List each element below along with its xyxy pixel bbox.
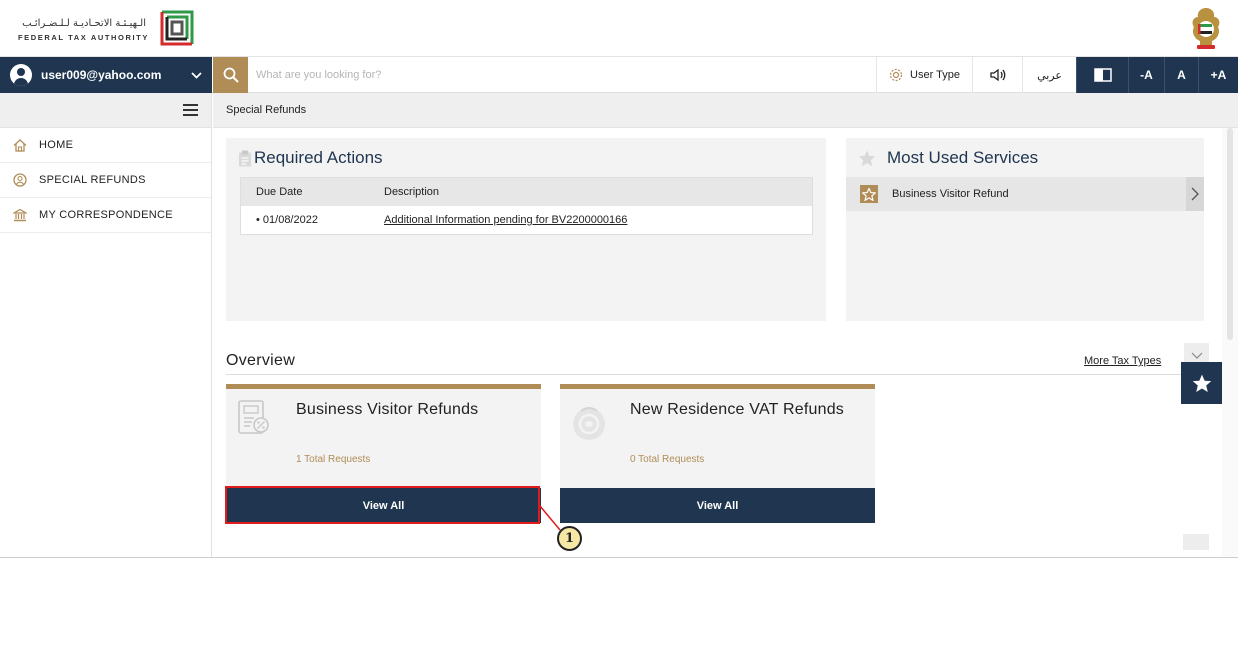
site-header: الـهيـئـة الاتحـاديـة لـلـضـرائـب FEDERA…	[0, 0, 1238, 57]
hamburger-menu-icon[interactable]	[183, 104, 198, 116]
card-request-count: 1 Total Requests	[296, 454, 371, 465]
user-menu[interactable]: user009@yahoo.com	[0, 57, 212, 93]
highlight-box	[225, 486, 540, 524]
contrast-toggle[interactable]	[1076, 57, 1128, 93]
required-actions-title: Required Actions	[254, 148, 383, 167]
top-toolbar: user009@yahoo.com User Type عربي -A A +A	[0, 57, 1238, 93]
logo-english-text: FEDERAL TAX AUTHORITY	[18, 33, 149, 42]
service-label: Business Visitor Refund	[892, 188, 1009, 200]
favorites-button[interactable]	[1181, 362, 1223, 404]
action-description-link[interactable]: Additional Information pending for BV220…	[384, 214, 627, 226]
sidebar-item-label: HOME	[39, 139, 74, 151]
column-due-date: Due Date	[256, 186, 303, 198]
search-button[interactable]	[213, 57, 248, 93]
clipboard-icon	[239, 150, 251, 167]
chevron-right-icon[interactable]	[1186, 177, 1204, 211]
view-all-button[interactable]: View All	[560, 488, 875, 523]
coin-refresh-icon	[573, 407, 605, 440]
card-request-count: 0 Total Requests	[630, 454, 705, 465]
fta-logo-mark-icon	[160, 10, 194, 46]
chevron-down-icon[interactable]	[186, 68, 206, 82]
text-to-speech-button[interactable]	[972, 57, 1022, 93]
sidebar-header	[0, 93, 211, 128]
table-row: • 01/08/2022 Additional Information pend…	[241, 206, 812, 234]
sidebar-item-label: SPECIAL REFUNDS	[39, 174, 146, 186]
gear-icon	[889, 68, 903, 82]
user-type-button[interactable]: User Type	[876, 57, 972, 93]
star-icon	[1192, 374, 1212, 392]
bank-icon	[13, 208, 27, 222]
most-used-services-panel: Most Used Services Business Visitor Refu…	[846, 138, 1204, 321]
step-callout-badge: 1	[557, 526, 582, 551]
breadcrumb: Special Refunds	[213, 93, 1238, 128]
required-actions-table: Due Date Description • 01/08/2022 Additi…	[240, 177, 813, 235]
scroll-down-stub[interactable]	[1183, 534, 1209, 550]
favorite-star-icon[interactable]	[860, 185, 878, 203]
more-tax-types-link[interactable]: More Tax Types	[1084, 355, 1161, 367]
font-default-button[interactable]: A	[1164, 57, 1198, 93]
search-icon	[223, 67, 239, 83]
most-used-title: Most Used Services	[887, 148, 1039, 167]
contrast-icon	[1093, 68, 1112, 82]
user-email: user009@yahoo.com	[41, 68, 162, 82]
sidebar-item-my-correspondence[interactable]: MY CORRESPONDENCE	[0, 198, 211, 233]
required-actions-panel: Required Actions Due Date Description • …	[226, 138, 826, 321]
overview-title: Overview	[226, 352, 296, 369]
page-scrollbar[interactable]	[1222, 128, 1238, 557]
refund-icon	[13, 173, 27, 187]
card-title: Business Visitor Refunds	[296, 401, 479, 418]
column-description: Description	[384, 186, 440, 198]
due-date-cell: • 01/08/2022	[256, 214, 318, 226]
sidebar-item-special-refunds[interactable]: SPECIAL REFUNDS	[0, 163, 211, 198]
sidebar: HOME SPECIAL REFUNDS MY CORRESPONDENCE	[0, 93, 212, 557]
app-frame: الـهيـئـة الاتحـاديـة لـلـضـرائـب FEDERA…	[0, 0, 1238, 558]
star-icon	[858, 150, 876, 167]
card-title: New Residence VAT Refunds	[630, 401, 844, 418]
search-input[interactable]	[256, 65, 856, 85]
user-avatar-icon	[10, 64, 32, 86]
scrollbar-thumb[interactable]	[1227, 128, 1233, 340]
service-card-new-residence-vat-refunds: New Residence VAT Refunds 0 Total Reques…	[560, 384, 875, 523]
speaker-icon	[989, 68, 1005, 82]
breadcrumb-current[interactable]: Special Refunds	[226, 104, 306, 116]
font-decrease-button[interactable]: -A	[1128, 57, 1164, 93]
logo-arabic-text: الـهيـئـة الاتحـاديـة لـلـضـرائـب	[22, 18, 146, 29]
uae-emblem-icon	[1192, 8, 1220, 49]
sidebar-item-home[interactable]: HOME	[0, 128, 211, 163]
sidebar-item-label: MY CORRESPONDENCE	[39, 209, 173, 221]
font-increase-button[interactable]: +A	[1198, 57, 1238, 93]
user-type-label: User Type	[910, 69, 960, 81]
home-icon	[13, 138, 27, 152]
table-header: Due Date Description	[241, 178, 812, 206]
fta-logo[interactable]: الـهيـئـة الاتحـاديـة لـلـضـرائـب FEDERA…	[14, 6, 200, 50]
document-percent-icon	[238, 400, 269, 434]
service-item-business-visitor-refund[interactable]: Business Visitor Refund	[846, 177, 1204, 211]
divider	[226, 374, 1221, 375]
language-toggle[interactable]: عربي	[1022, 57, 1076, 93]
